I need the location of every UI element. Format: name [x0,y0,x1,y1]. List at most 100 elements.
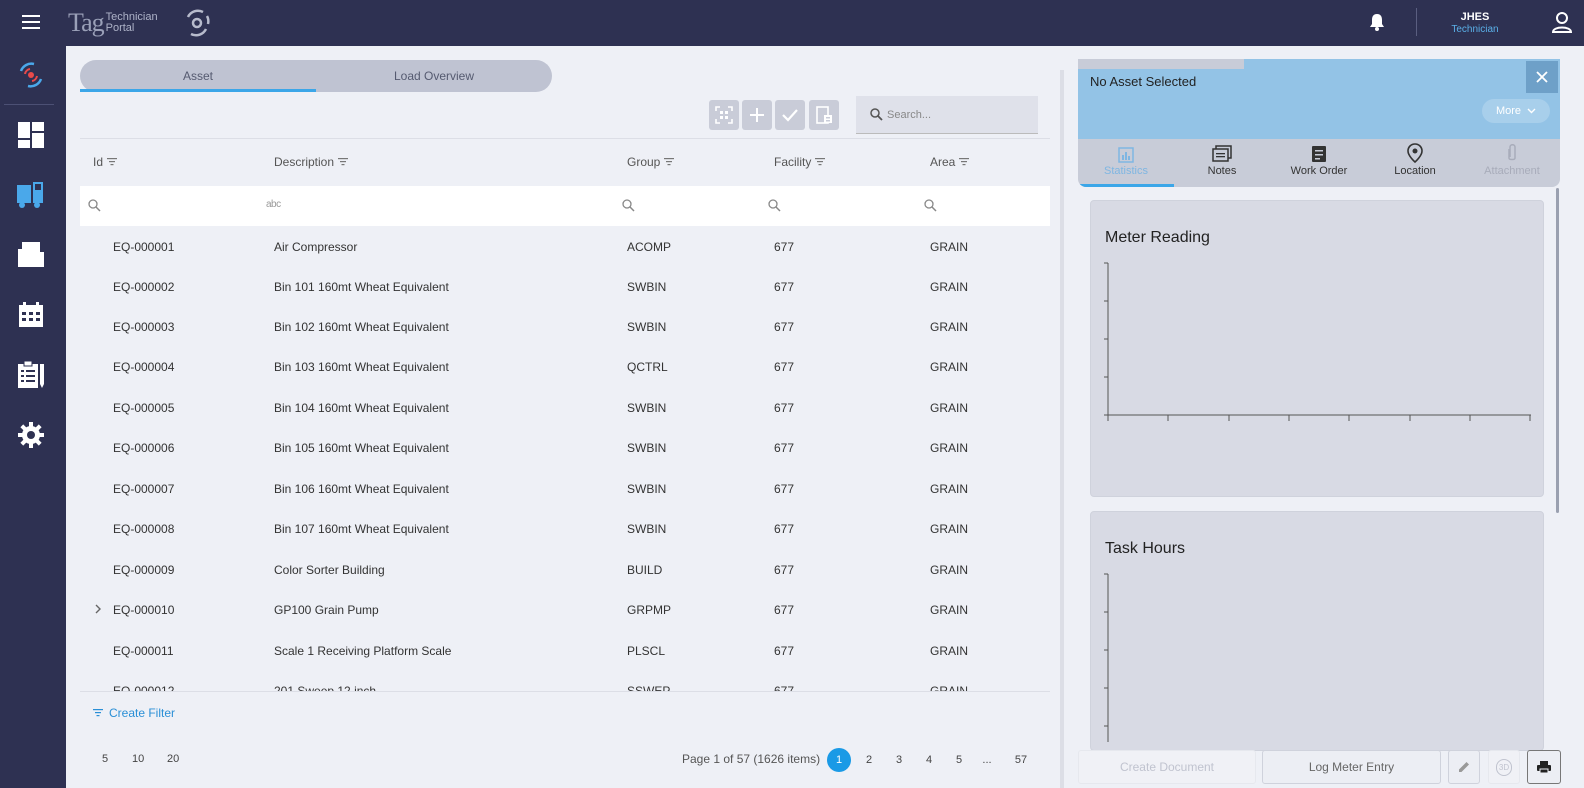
column-header-description[interactable]: Description [274,155,349,169]
page-size-20[interactable]: 20 [167,753,179,765]
cell-group: SWBIN [627,522,667,536]
print-button[interactable] [1527,750,1561,784]
filter-icon[interactable] [959,158,970,166]
cell-facility: 677 [774,320,795,334]
sidebar-item-checklists[interactable] [14,358,48,392]
column-header-id[interactable]: Id [93,155,118,169]
asset-table-body: EQ-000001 Air Compressor ACOMP 677 GRAIN… [80,226,1050,692]
card-title: Meter Reading [1105,229,1210,246]
sidebar-item-dashboard[interactable] [14,118,48,152]
logo-subtitle: Technician Portal [105,11,158,34]
column-filter-row: abc [80,186,1050,226]
printer-icon [1537,761,1551,774]
table-row[interactable]: EQ-000008 Bin 107 160mt Wheat Equivalent… [80,508,1050,548]
log-meter-entry-button[interactable]: Log Meter Entry [1262,750,1441,784]
user-info[interactable]: JHES Technician [1440,11,1510,35]
table-row[interactable]: EQ-000002 Bin 101 160mt Wheat Equivalent… [80,266,1050,306]
more-actions-button[interactable]: More [1482,99,1550,123]
tab-work-order[interactable]: Work Order [1271,139,1367,185]
three-d-label: 3D [1495,758,1513,776]
sidebar-item-assets[interactable] [14,178,48,212]
cell-area: GRAIN [930,280,969,294]
task-hours-empty-chart [1104,573,1109,742]
filter-search-icon[interactable] [768,199,781,212]
filter-icon[interactable] [338,158,349,166]
table-row[interactable]: EQ-000003 Bin 102 160mt Wheat Equivalent… [80,306,1050,346]
create-filter-link[interactable]: Create Filter [93,706,175,720]
table-row[interactable]: EQ-000001 Air Compressor ACOMP 677 GRAIN [80,226,1050,266]
clipboard-icon [18,360,44,388]
cell-id: EQ-000006 [113,441,175,455]
filter-search-icon[interactable] [924,199,937,212]
cell-area: GRAIN [930,644,969,658]
pencil-icon [1459,762,1469,772]
table-row[interactable]: EQ-000011 Scale 1 Receiving Platform Sca… [80,630,1050,670]
filter-icon[interactable] [107,158,118,166]
add-asset-button[interactable] [742,100,772,130]
cell-group: SWBIN [627,401,667,415]
page-ellipsis[interactable]: ... [975,748,999,772]
sidebar-item-settings[interactable] [14,418,48,452]
location-pin-icon [1407,143,1423,163]
logo-text: Tag [68,8,105,37]
filter-icon[interactable] [664,158,675,166]
page-button-57[interactable]: 57 [1009,748,1033,772]
chevron-right-icon[interactable] [94,604,102,614]
export-button[interactable] [809,100,839,130]
view-tabs: Asset Load Overview [80,60,552,92]
scan-button[interactable] [709,100,739,130]
page-size-10[interactable]: 10 [132,753,144,765]
page-size-5[interactable]: 5 [102,753,108,765]
table-row[interactable]: EQ-000004 Bin 103 160mt Wheat Equivalent… [80,346,1050,386]
tab-location[interactable]: Location [1367,139,1463,185]
close-detail-button[interactable] [1526,61,1558,93]
page-button-5[interactable]: 5 [947,748,971,772]
sidebar-item-documents[interactable] [14,238,48,272]
column-header-group[interactable]: Group [627,155,675,169]
table-row[interactable]: EQ-000012 201 Sweep 12 inch SSWEP 677 GR… [80,670,1050,692]
menu-icon[interactable] [22,15,40,29]
text-filter-hint[interactable]: abc [266,199,281,210]
chevron-down-icon [1527,108,1536,114]
filter-search-icon[interactable] [88,199,101,212]
cell-area: GRAIN [930,441,969,455]
filter-icon[interactable] [815,158,826,166]
panel-splitter[interactable] [1060,70,1064,788]
left-sidebar [0,46,66,788]
detail-scrollbar[interactable] [1556,188,1559,513]
grid-bottom-border [80,691,1050,692]
notifications-bell-icon[interactable] [1368,12,1386,32]
tab-notes[interactable]: Notes [1174,139,1270,185]
cell-area: GRAIN [930,401,969,415]
table-row[interactable]: EQ-000007 Bin 106 160mt Wheat Equivalent… [80,468,1050,508]
table-row[interactable]: EQ-000009 Color Sorter Building BUILD 67… [80,549,1050,589]
table-row[interactable]: EQ-000006 Bin 105 160mt Wheat Equivalent… [80,427,1050,467]
search-input[interactable] [887,108,1027,121]
column-header-facility[interactable]: Facility [774,155,826,169]
tab-attachment[interactable]: Attachment [1464,139,1560,185]
page-button-2[interactable]: 2 [857,748,881,772]
sidebar-logo-icon[interactable] [14,58,48,92]
tab-load-overview[interactable]: Load Overview [316,60,552,92]
view-3d-button[interactable]: 3D [1488,750,1520,784]
tab-asset[interactable]: Asset [80,60,316,92]
page-button-3[interactable]: 3 [887,748,911,772]
page-button-4[interactable]: 4 [917,748,941,772]
document-export-icon [816,106,832,124]
filter-search-icon[interactable] [622,199,635,212]
tab-statistics[interactable]: Statistics [1078,139,1174,185]
cell-facility: 677 [774,401,795,415]
cell-area: GRAIN [930,360,969,374]
app-logo: Tag Technician Portal [68,8,158,38]
table-row[interactable]: EQ-000005 Bin 104 160mt Wheat Equivalent… [80,387,1050,427]
sidebar-item-schedule[interactable] [14,298,48,332]
user-profile-icon[interactable] [1550,10,1574,34]
dashboard-icon [18,122,44,148]
table-row[interactable]: EQ-000010 GP100 Grain Pump GRPMP 677 GRA… [80,589,1050,629]
page-button-1[interactable]: 1 [827,748,851,772]
cell-group: PLSCL [627,644,666,658]
edit-button[interactable] [1448,750,1480,784]
column-header-area[interactable]: Area [930,155,970,169]
create-document-button[interactable]: Create Document [1078,750,1256,784]
confirm-button[interactable] [775,100,805,130]
